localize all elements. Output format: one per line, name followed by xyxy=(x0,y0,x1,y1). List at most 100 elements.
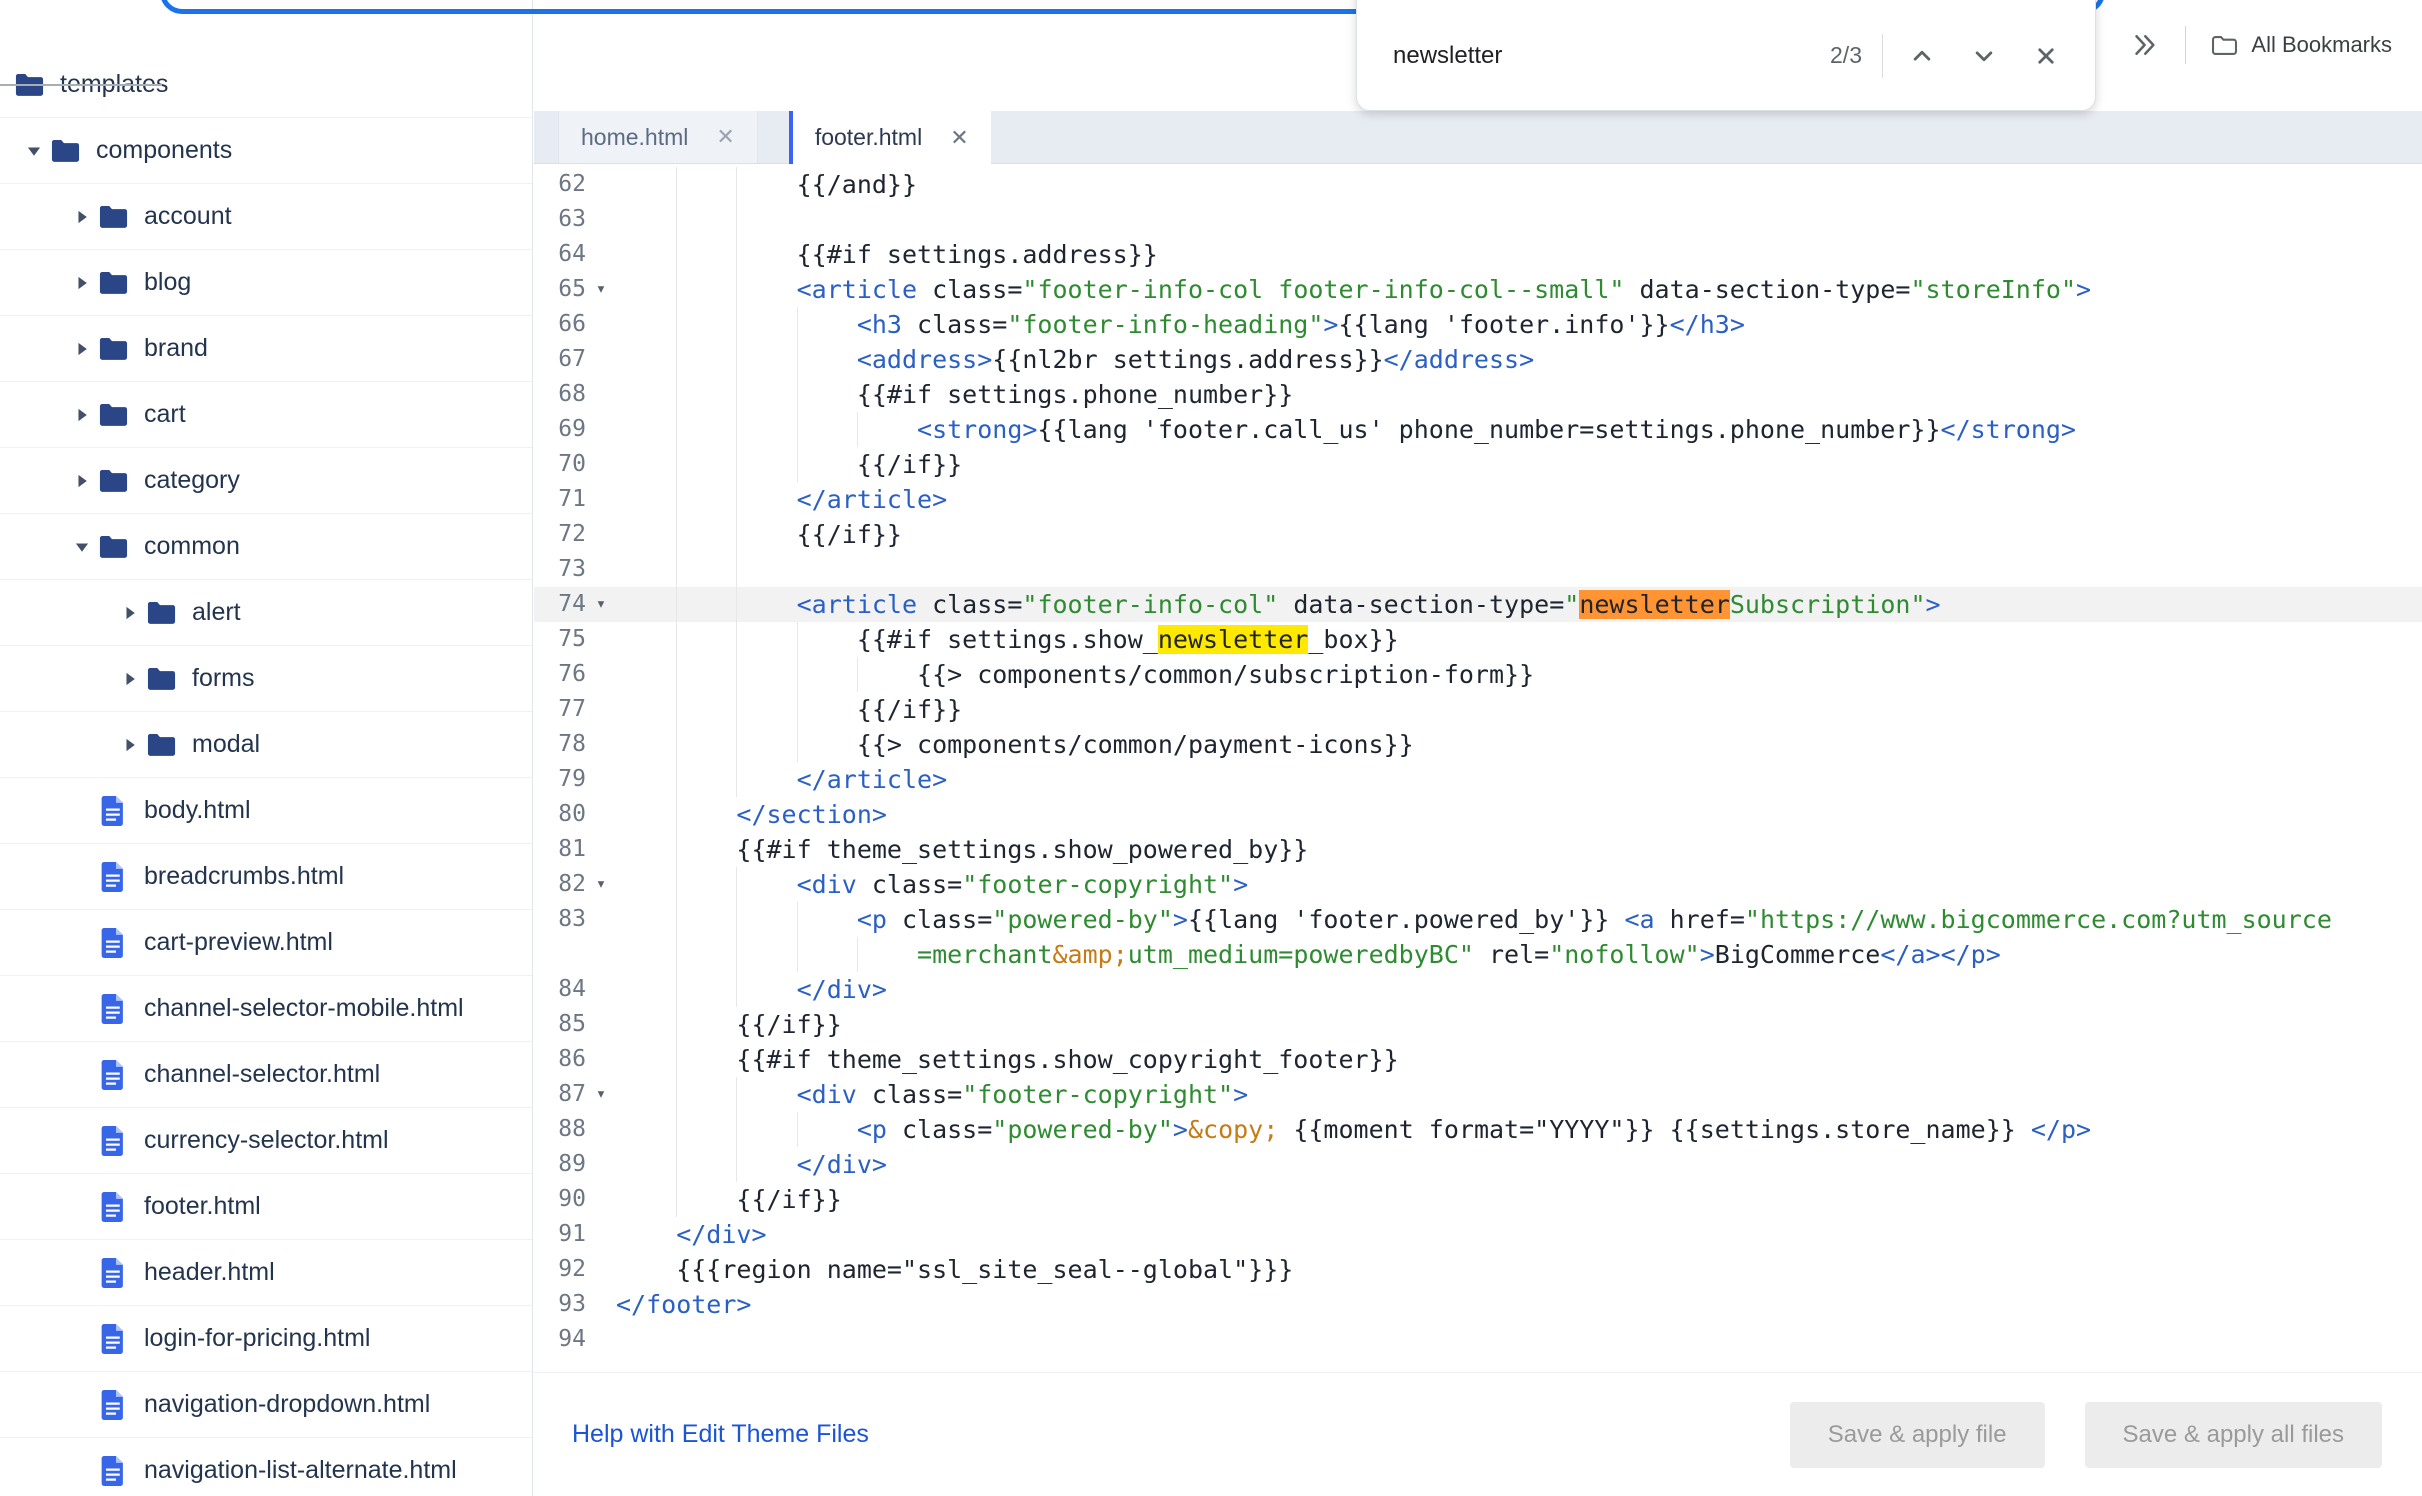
code-line-wrap[interactable]: =merchant&amp;utm_medium=poweredbyBC" re… xyxy=(534,937,2422,972)
fold-arrow-icon[interactable]: ▾ xyxy=(586,587,616,622)
code-line-84[interactable]: 84 </div> xyxy=(534,972,2422,1007)
tree-file-currency-selector.html[interactable]: currency-selector.html xyxy=(0,1108,532,1174)
tree-file-navigation-dropdown.html[interactable]: navigation-dropdown.html xyxy=(0,1372,532,1438)
tree-folder-forms[interactable]: forms xyxy=(0,646,532,712)
line-number: 65 xyxy=(558,276,586,302)
code-line-89[interactable]: 89 </div> xyxy=(534,1147,2422,1182)
tree-folder-common[interactable]: common xyxy=(0,514,532,580)
code-line-93[interactable]: 93 </footer> xyxy=(534,1287,2422,1322)
code-line-85[interactable]: 85 {{/if}} xyxy=(534,1007,2422,1042)
tab-home.html[interactable]: home.html ✕ xyxy=(558,111,758,163)
tree-file-navigation-list-alternate.html[interactable]: navigation-list-alternate.html xyxy=(0,1438,532,1496)
code-line-91[interactable]: 91 </div> xyxy=(534,1217,2422,1252)
code-line-67[interactable]: 67 <address>{{nl2br settings.address}}</a… xyxy=(534,342,2422,377)
fold-arrow-icon[interactable]: ▾ xyxy=(586,867,616,902)
tree-folder-brand[interactable]: brand xyxy=(0,316,532,382)
code-line-75[interactable]: 75 {{#if settings.show_newsletter_box}} xyxy=(534,622,2422,657)
find-input[interactable]: newsletter xyxy=(1393,42,1830,70)
caret-right-icon[interactable] xyxy=(116,605,144,621)
caret-right-icon[interactable] xyxy=(68,341,96,357)
tree-file-header.html[interactable]: header.html xyxy=(0,1240,532,1306)
caret-right-icon[interactable] xyxy=(68,407,96,423)
code-line-65[interactable]: 65 ▾ <article class="footer-info-col foote… xyxy=(534,272,2422,307)
code-line-68[interactable]: 68 {{#if settings.phone_number}} xyxy=(534,377,2422,412)
tab-close-icon[interactable]: ✕ xyxy=(716,124,734,150)
caret-right-icon[interactable] xyxy=(116,737,144,753)
help-link[interactable]: Help with Edit Theme Files xyxy=(572,1420,869,1449)
code-line-80[interactable]: 80 </section> xyxy=(534,797,2422,832)
tree-folder-alert[interactable]: alert xyxy=(0,580,532,646)
code-line-87[interactable]: 87 ▾ <div class="footer-copyright"> xyxy=(534,1077,2422,1112)
code-line-71[interactable]: 71 </article> xyxy=(534,482,2422,517)
code-line-76[interactable]: 76 {{> components/common/subscription-for… xyxy=(534,657,2422,692)
code-token: {{/if}} xyxy=(856,450,963,479)
code-line-72[interactable]: 72 {{/if}} xyxy=(534,517,2422,552)
caret-right-icon[interactable] xyxy=(68,209,96,225)
tree-file-footer.html[interactable]: footer.html xyxy=(0,1174,532,1240)
bookmarks-overflow-icon[interactable] xyxy=(2129,30,2159,60)
code-token: > xyxy=(1172,1115,1188,1144)
code-line-79[interactable]: 79 </article> xyxy=(534,762,2422,797)
code-line-83[interactable]: 83 <p class="powered-by">{{lang 'footer.p… xyxy=(534,902,2422,937)
tree-folder-category[interactable]: category xyxy=(0,448,532,514)
indent-guide xyxy=(736,727,796,762)
code-line-78[interactable]: 78 {{> components/common/payment-icons}} xyxy=(534,727,2422,762)
code-line-86[interactable]: 86 {{#if theme_settings.show_copyright_fo… xyxy=(534,1042,2422,1077)
code-line-88[interactable]: 88 <p class="powered-by">&copy; {{moment … xyxy=(534,1112,2422,1147)
tree-file-channel-selector.html[interactable]: channel-selector.html xyxy=(0,1042,532,1108)
find-close-button[interactable] xyxy=(2015,25,2077,87)
indent-guide xyxy=(676,832,736,867)
caret-right-icon[interactable] xyxy=(68,275,96,291)
find-next-button[interactable] xyxy=(1953,25,2015,87)
caret-down-icon[interactable] xyxy=(68,539,96,555)
find-previous-button[interactable] xyxy=(1891,25,1953,87)
code-line-66[interactable]: 66 <h3 class="footer-info-heading">{{lang… xyxy=(534,307,2422,342)
tree-folder-components[interactable]: components xyxy=(0,118,532,184)
code-editor[interactable]: 62 {{/and}} 63 64 {{#if settings.address}} 65… xyxy=(534,164,2422,1372)
tree-folder-account[interactable]: account xyxy=(0,184,532,250)
code-line-70[interactable]: 70 {{/if}} xyxy=(534,447,2422,482)
code-line-77[interactable]: 77 {{/if}} xyxy=(534,692,2422,727)
code-line-94[interactable]: 94 xyxy=(534,1322,2422,1357)
caret-right-icon[interactable] xyxy=(68,473,96,489)
tree-file-breadcrumbs.html[interactable]: breadcrumbs.html xyxy=(0,844,532,910)
code-line-62[interactable]: 62 {{/and}} xyxy=(534,167,2422,202)
code-line-90[interactable]: 90 {{/if}} xyxy=(534,1182,2422,1217)
code-token: {{#if theme_settings.show_powered_by}} xyxy=(736,835,1309,864)
code-line-73[interactable]: 73 xyxy=(534,552,2422,587)
tab-footer.html[interactable]: footer.html ✕ xyxy=(788,111,991,164)
line-number: 90 xyxy=(558,1186,586,1212)
code-text: {{#if settings.phone_number}} xyxy=(616,377,2422,412)
save-apply-all-files-button[interactable]: Save & apply all files xyxy=(2084,1401,2382,1468)
tree-file-cart-preview.html[interactable]: cart-preview.html xyxy=(0,910,532,976)
tree-folder-cart[interactable]: cart xyxy=(0,382,532,448)
caret-down-icon[interactable] xyxy=(20,143,48,159)
tree-folder-modal[interactable]: modal xyxy=(0,712,532,778)
tree-file-body.html[interactable]: body.html xyxy=(0,778,532,844)
indent-guide xyxy=(856,937,917,972)
tree-file-login-for-pricing.html[interactable]: login-for-pricing.html xyxy=(0,1306,532,1372)
code-line-92[interactable]: 92 {{{region name="ssl_site_seal--global"… xyxy=(534,1252,2422,1287)
all-bookmarks-button[interactable]: All Bookmarks xyxy=(2210,32,2392,58)
fold-arrow-icon[interactable]: ▾ xyxy=(586,1077,616,1112)
code-line-69[interactable]: 69 <strong>{{lang 'footer.call_us' phone_… xyxy=(534,412,2422,447)
code-line-82[interactable]: 82 ▾ <div class="footer-copyright"> xyxy=(534,867,2422,902)
code-line-64[interactable]: 64 {{#if settings.address}} xyxy=(534,237,2422,272)
code-token: class= xyxy=(856,1080,963,1109)
code-line-74[interactable]: 74 ▾ <article class="footer-info-col" data… xyxy=(534,587,2422,622)
code-token: rel= xyxy=(1473,940,1550,969)
tree-file-channel-selector-mobile.html[interactable]: channel-selector-mobile.html xyxy=(0,976,532,1042)
code-line-81[interactable]: 81 {{#if theme_settings.show_powered_by}} xyxy=(534,832,2422,867)
code-line-63[interactable]: 63 xyxy=(534,202,2422,237)
tree-folder-blog[interactable]: blog xyxy=(0,250,532,316)
tab-close-icon[interactable]: ✕ xyxy=(950,125,968,151)
caret-right-icon[interactable] xyxy=(116,671,144,687)
fold-arrow-icon[interactable]: ▾ xyxy=(586,272,616,307)
save-apply-file-button[interactable]: Save & apply file xyxy=(1789,1401,2045,1468)
indent-guide xyxy=(796,412,857,447)
